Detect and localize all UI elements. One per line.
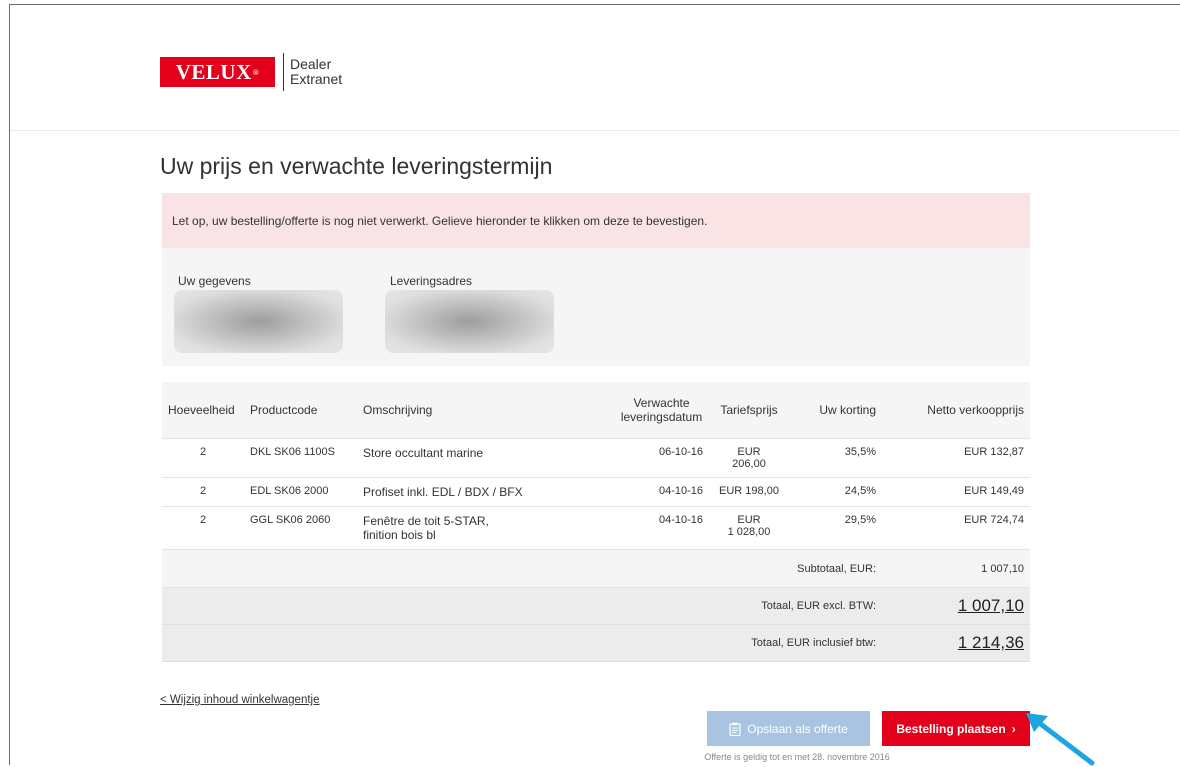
header-product-code: Productcode [244, 382, 357, 439]
total-incl-label: Totaal, EUR inclusief btw: [162, 624, 882, 662]
place-order-label: Bestelling plaatsen [896, 721, 1006, 736]
cell-net-price: EUR 132,87 [882, 438, 1030, 478]
cell-discount: 29,5% [789, 506, 882, 550]
clipboard-icon [729, 722, 741, 736]
page-title: Uw prijs en verwachte leveringstermijn [160, 153, 553, 179]
cell-product-code: EDL SK06 2000 [244, 477, 357, 507]
cell-delivery-date: 06-10-16 [614, 438, 709, 478]
header-description: Omschrijving [357, 382, 614, 439]
logo-divider [283, 53, 284, 91]
delivery-address-redacted [385, 290, 554, 353]
cell-product-code: GGL SK06 2060 [244, 506, 357, 550]
cell-list-price-line1: EUR [737, 514, 761, 526]
customer-details-redacted [174, 290, 343, 353]
total-incl-row: Totaal, EUR inclusief btw: 1 214,36 [162, 624, 1030, 662]
table-row: 2 DKL SK06 1100S Store occultant marine … [162, 438, 1030, 478]
product-name-line1: Dealer [290, 56, 332, 72]
velux-logo[interactable]: VELUX ® Dealer Extranet [160, 53, 342, 91]
cell-list-price: EUR 1 028,00 [709, 506, 789, 550]
cell-description: Store occultant marine [357, 438, 614, 478]
place-order-button[interactable]: Bestelling plaatsen › [882, 711, 1030, 746]
total-incl-cell: 1 214,36 [882, 624, 1030, 662]
cell-list-price-line2: 1 028,00 [727, 526, 771, 538]
cell-quantity: 2 [162, 477, 244, 507]
header-delivery-date: Verwachte leveringsdatum [614, 382, 709, 439]
header-quantity: Hoeveelheid [162, 382, 244, 439]
quote-validity-note: Offerte is geldig tot en met 28. novembr… [704, 752, 890, 762]
page-frame: VELUX ® Dealer Extranet Uw prijs en verwa… [9, 4, 1180, 766]
cell-list-price-line2: 206,00 [732, 458, 766, 470]
cell-list-price-line1: EUR 198,00 [719, 485, 779, 497]
subtotal-value: 1 007,10 [882, 549, 1030, 588]
table-row: 2 GGL SK06 2060 Fenêtre de toit 5-STAR, … [162, 506, 1030, 550]
logo-text: VELUX [175, 59, 252, 84]
cell-discount: 35,5% [789, 438, 882, 478]
logo-mark: VELUX ® [160, 57, 275, 87]
delivery-label: Leveringsadres [390, 274, 473, 288]
total-excl-value: 1 007,10 [957, 596, 1024, 615]
cell-net-price: EUR 149,49 [882, 477, 1030, 507]
chevron-right-icon: › [1011, 721, 1016, 736]
total-excl-label: Totaal, EUR excl. BTW: [162, 587, 882, 625]
table-header-row: Hoeveelheid Productcode Omschrijving Ver… [162, 382, 1030, 439]
info-panel: Uw gegevens Leveringsadres [162, 248, 1030, 366]
product-name-line2: Extranet [290, 71, 343, 87]
cell-product-code: DKL SK06 1100S [244, 438, 357, 478]
edit-cart-link[interactable]: < Wijzig inhoud winkelwagentje [160, 694, 320, 706]
cell-net-price: EUR 724,74 [882, 506, 1030, 550]
cell-quantity: 2 [162, 438, 244, 478]
pointer-arrow-icon [1026, 713, 1095, 766]
header-list-price: Tariefsprijs [709, 382, 789, 439]
cell-description-line1: Fenêtre de toit 5-STAR, [363, 514, 489, 528]
table-row: 2 EDL SK06 2000 Profiset inkl. EDL / BDX… [162, 477, 1030, 507]
total-incl-value: 1 214,36 [957, 633, 1024, 652]
subtotal-label: Subtotaal, EUR: [162, 549, 882, 588]
cell-list-price: EUR 198,00 [709, 477, 789, 507]
cell-description-line1: Profiset inkl. EDL / BDX / BFX [363, 485, 523, 499]
save-quote-button[interactable]: Opslaan als offerte [707, 711, 870, 746]
order-table: Hoeveelheid Productcode Omschrijving Ver… [162, 382, 1030, 662]
save-quote-label: Opslaan als offerte [747, 721, 848, 736]
registered-mark: ® [252, 67, 260, 77]
subtotal-row: Subtotaal, EUR: 1 007,10 [162, 549, 1030, 588]
product-name: Dealer Extranet [290, 57, 342, 87]
cell-quantity: 2 [162, 506, 244, 550]
cell-description-line1: Store occultant marine [363, 446, 484, 460]
header-net-price: Netto verkoopprijs [882, 382, 1030, 439]
cell-list-price: EUR 206,00 [709, 438, 789, 478]
header-delivery-date-line1: Verwachte [633, 396, 690, 410]
total-excl-row: Totaal, EUR excl. BTW: 1 007,10 [162, 587, 1030, 625]
header-delivery-date-line2: leveringsdatum [620, 410, 703, 424]
total-excl-cell: 1 007,10 [882, 587, 1030, 625]
alert-message: Let op, uw bestelling/offerte is nog nie… [162, 193, 1030, 248]
cell-discount: 24,5% [789, 477, 882, 507]
header-discount: Uw korting [789, 382, 882, 439]
cell-description: Fenêtre de toit 5-STAR, finition bois bl [357, 506, 614, 550]
cell-delivery-date: 04-10-16 [614, 477, 709, 507]
cell-delivery-date: 04-10-16 [614, 506, 709, 550]
cell-description-line2: finition bois bl [363, 528, 436, 542]
customer-label: Uw gegevens [178, 274, 251, 288]
cell-list-price-line1: EUR [737, 446, 761, 458]
cell-description: Profiset inkl. EDL / BDX / BFX [357, 477, 614, 507]
header: VELUX ® Dealer Extranet [10, 5, 1180, 131]
